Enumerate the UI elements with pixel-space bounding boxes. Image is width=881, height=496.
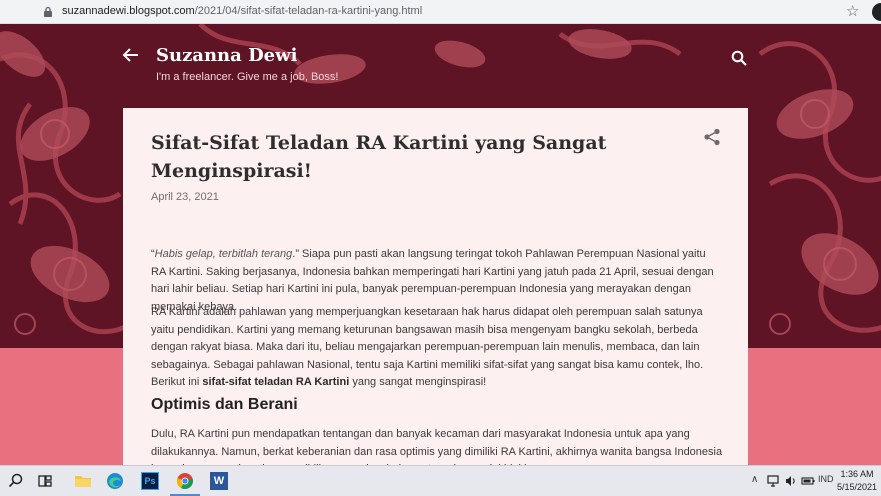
blog-title[interactable]: Suzanna Dewi (156, 45, 297, 66)
post-paragraph-2: RA Kartini adalah pahlawan yang memperju… (151, 304, 723, 392)
profile-avatar[interactable] (872, 3, 881, 21)
file-explorer-icon[interactable] (74, 472, 92, 490)
post-title: Sifat-Sifat Teladan RA Kartini yang Sang… (151, 132, 607, 182)
post-date[interactable]: April 23, 2021 (151, 191, 219, 203)
network-icon[interactable] (766, 474, 780, 488)
paragraph-2-bold: sifat-sifat teladan RA Kartini (202, 376, 350, 388)
task-view-icon[interactable] (36, 472, 54, 490)
post-paragraph-3: Dulu, RA Kartini pun mendapatkan tentang… (151, 428, 723, 465)
paragraph-2-end: yang sangat menginspirasi! (349, 376, 487, 388)
search-icon[interactable] (731, 50, 747, 66)
word-icon[interactable]: W (210, 472, 228, 490)
search-icon[interactable] (7, 472, 25, 490)
bookmark-star-icon[interactable]: ☆ (846, 3, 859, 21)
back-arrow-icon[interactable] (122, 46, 140, 64)
battery-icon[interactable] (801, 474, 815, 488)
edge-icon[interactable] (106, 472, 124, 490)
post-card: Sifat-Sifat Teladan RA Kartini yang Sang… (123, 108, 748, 465)
url-domain: suzannadewi.blogspot.com (62, 5, 195, 17)
share-icon[interactable] (703, 128, 721, 146)
chevron-up-icon[interactable]: ∧ (751, 474, 758, 485)
photoshop-icon[interactable]: Ps (141, 472, 159, 490)
clock-date: 5/15/2021 (836, 482, 878, 492)
system-clock[interactable]: 1:36 AM 5/15/2021 (835, 468, 879, 494)
section-heading: Optimis dan Berani (151, 396, 298, 413)
blog-description: I'm a freelancer. Give me a job, Boss! (156, 71, 339, 83)
lock-icon[interactable] (42, 6, 54, 18)
browser-address-bar: suzannadewi.blogspot.com/2021/04/sifat-s… (0, 0, 881, 24)
windows-taskbar: Ps W ∧ IND 1:36 AM 5/15/2021 (0, 465, 881, 496)
chrome-icon[interactable] (176, 472, 194, 490)
url-path: /2021/04/sifat-sifat-teladan-ra-kartini-… (194, 5, 423, 17)
url-text[interactable]: suzannadewi.blogspot.com/2021/04/sifat-s… (62, 5, 422, 17)
language-indicator[interactable]: IND (818, 474, 834, 484)
volume-icon[interactable] (784, 474, 798, 488)
clock-time: 1:36 AM (840, 469, 874, 479)
quote-text: Habis gelap, terbitlah terang (154, 248, 293, 260)
